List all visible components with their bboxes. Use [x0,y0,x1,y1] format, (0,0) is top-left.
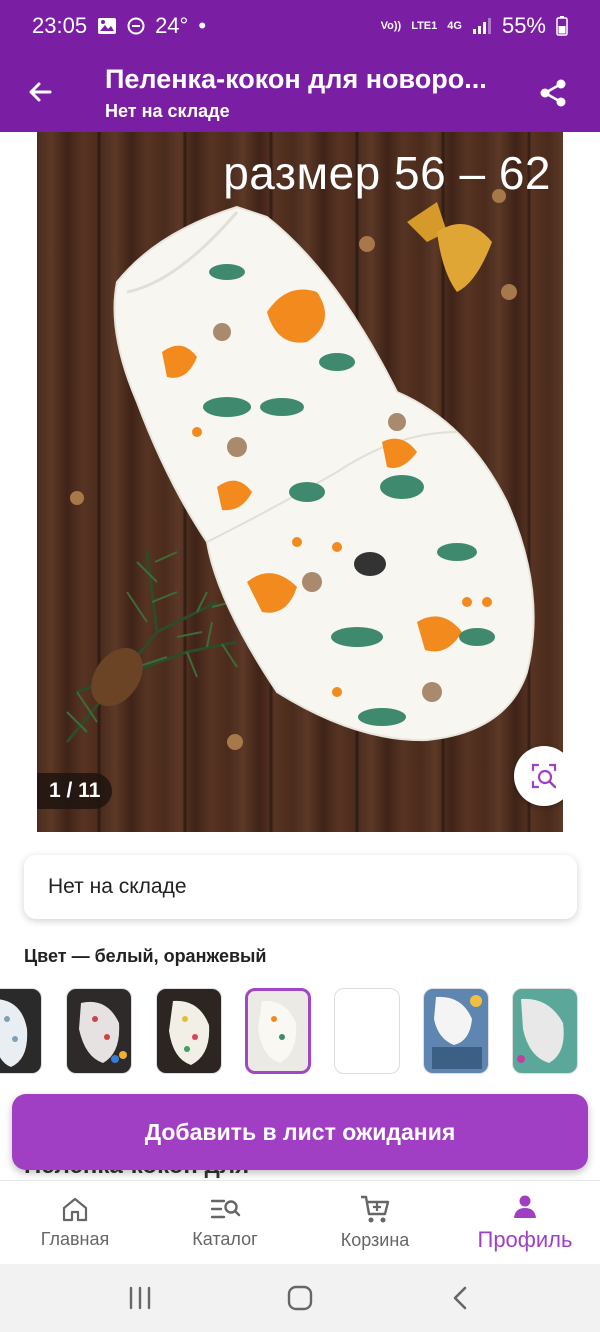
app-bar: Пеленка-кокон для новоро... Нет на склад… [0,52,600,132]
network-4g: 4G [447,19,462,32]
profile-icon [514,1195,536,1218]
home-icon [62,1197,88,1222]
swaddle-product-photo [65,189,535,750]
recents-icon [129,1286,151,1310]
stock-status-text: Нет на складе [48,875,187,898]
battery-icon [556,16,568,36]
dot-icon: • [198,13,207,38]
color-label: Цвет — белый, оранжевый [24,946,267,966]
status-time: 23:05 [32,13,88,38]
recents-button[interactable] [110,1268,170,1328]
color-variant-thumb[interactable] [512,988,578,1074]
image-search-icon [531,763,557,789]
system-navigation-bar [0,1264,600,1332]
lte-text: LTE1 [411,19,438,32]
signal-icon [472,17,492,35]
status-bar: 23:05 24° • Vo)) LTE1 4G 55% [0,0,600,52]
page-subtitle: Нет на складе [105,101,230,121]
home-system-button[interactable] [270,1268,330,1328]
status-temperature: 24° [155,13,189,38]
nav-cart[interactable]: Корзина [300,1181,450,1264]
product-image-gallery[interactable]: размер 56 – 62 1 / 11 [37,132,563,832]
color-variants-list [0,986,600,1078]
color-variant-thumb[interactable] [156,988,222,1074]
stock-status-card: Нет на складе [24,855,577,919]
color-variant-thumb[interactable] [423,988,489,1074]
gallery-icon [97,17,117,35]
nav-profile-label: Профиль [477,1226,573,1252]
size-overlay-text: размер 56 – 62 [223,147,551,199]
volte-indicator: Vo)) [380,19,402,32]
nav-catalog[interactable]: Каталог [150,1181,300,1264]
color-variant-thumb-selected[interactable] [245,988,311,1074]
cart-icon [361,1195,390,1223]
color-variant-thumb[interactable] [0,988,42,1074]
nav-catalog-label: Каталог [192,1229,258,1249]
add-to-waitlist-button[interactable]: Добавить в лист ожидания [12,1094,588,1170]
share-icon [540,79,566,107]
page-title: Пеленка-кокон для новоро... [105,64,487,94]
share-button[interactable] [530,70,576,116]
chevron-left-icon [453,1286,467,1310]
battery-percent: 55% [501,13,546,38]
nav-profile[interactable]: Профиль [450,1181,600,1264]
nav-home-label: Главная [40,1229,110,1249]
back-system-button[interactable] [430,1268,490,1328]
arrow-back-icon [29,82,52,102]
volte-text: Vo)) [380,19,402,32]
catalog-search-icon [210,1199,241,1219]
nav-cart-label: Корзина [340,1230,410,1250]
color-variant-thumb[interactable] [334,988,400,1074]
back-button[interactable] [18,70,62,114]
image-counter: 1 / 11 [37,773,113,809]
nav-home[interactable]: Главная [0,1181,150,1264]
lte-indicator: LTE1 [411,19,438,32]
bottom-navigation: Главная Каталог Корзина Профиль [0,1180,600,1264]
color-variant-thumb[interactable] [66,988,132,1074]
do-not-disturb-icon [127,17,145,35]
home-square-icon [287,1285,313,1311]
